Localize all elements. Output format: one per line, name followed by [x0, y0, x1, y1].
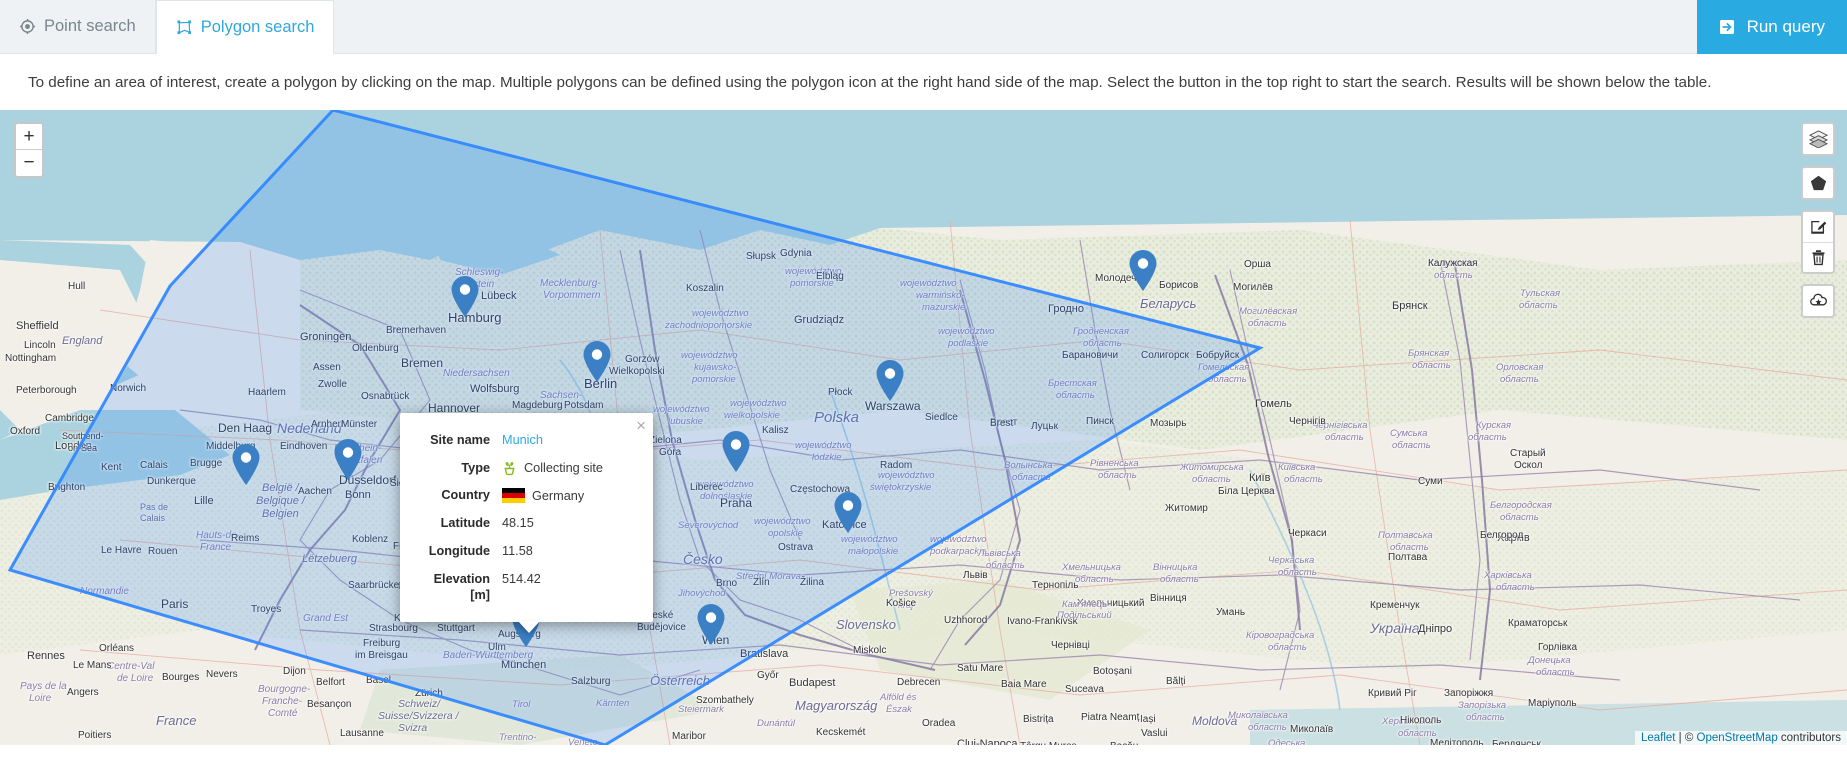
popup-value-wrap: Collecting site: [502, 461, 639, 476]
popup-value-wrap: 11.58: [502, 544, 639, 558]
popup-row: Country Germany: [410, 482, 639, 510]
popup-row: Elevation[m]514.42: [410, 566, 639, 610]
popup-row-key: Country: [410, 482, 502, 510]
leaflet-link[interactable]: Leaflet: [1641, 732, 1676, 744]
map-marker[interactable]: [877, 360, 904, 401]
pentagon-icon[interactable]: [1803, 168, 1833, 198]
zoom-out-button[interactable]: −: [16, 150, 42, 176]
map-marker[interactable]: [335, 439, 362, 480]
map-marker[interactable]: [1130, 250, 1157, 291]
edit-delete-group: [1801, 210, 1835, 274]
seedling-icon: [502, 461, 517, 476]
edit-square-icon[interactable]: [1803, 212, 1833, 242]
leaflet-map[interactable]: NederlandPolskaČeskoSlovenskoMagyarorszá…: [0, 110, 1847, 745]
sign-in-arrow-icon: [1719, 18, 1737, 36]
run-query-button[interactable]: Run query: [1697, 0, 1847, 54]
cloud-star-icon[interactable]: [1803, 286, 1833, 316]
popup-row: Site nameMunich: [410, 427, 639, 455]
popup-value-text: 11.58: [502, 544, 533, 558]
site-details-table: Site nameMunichType Collecting site Countr…: [410, 427, 639, 610]
popup-row-value: 514.42: [502, 566, 639, 610]
map-marker[interactable]: [584, 341, 611, 382]
site-popup[interactable]: × Site nameMunichType Collecting site Coun…: [400, 413, 653, 622]
map-marker[interactable]: [452, 276, 479, 317]
layers-icon[interactable]: [1803, 124, 1833, 154]
popup-tip: [518, 621, 540, 633]
popup-value-wrap: 514.42: [502, 572, 639, 586]
map-tool-controls: [1801, 122, 1835, 318]
map-marker[interactable]: [835, 492, 862, 533]
popup-row-value[interactable]: Munich: [502, 427, 639, 455]
polygon-search-page: Point search Polygon search Run query To …: [0, 0, 1847, 772]
tab-label: Point search: [44, 17, 136, 36]
popup-value-text: Germany: [532, 489, 584, 503]
popup-row: Latitude48.15: [410, 510, 639, 538]
attrib-copyright: ©: [1685, 732, 1697, 744]
popup-value-text: 48.15: [502, 516, 534, 530]
popup-value-text: Munich: [502, 433, 543, 447]
attrib-separator: |: [1675, 732, 1684, 744]
popup-row-key: Latitude: [410, 510, 502, 538]
popup-row-value: Collecting site: [502, 455, 639, 483]
popup-value-wrap: Germany: [502, 488, 639, 503]
popup-value-text: Collecting site: [524, 461, 603, 475]
map-attribution: Leaflet | © OpenStreetMap contributors: [1635, 731, 1847, 745]
osm-link[interactable]: OpenStreetMap: [1697, 732, 1778, 744]
zoom-control[interactable]: + −: [14, 122, 44, 178]
popup-row: Longitude11.58: [410, 538, 639, 566]
map-marker[interactable]: [233, 444, 260, 485]
draw-polygon-group: [1801, 166, 1835, 200]
attrib-suffix: contributors: [1778, 732, 1841, 744]
popup-value-wrap: 48.15: [502, 516, 639, 530]
trash-icon[interactable]: [1803, 242, 1833, 272]
tab-polygon-search[interactable]: Polygon search: [156, 0, 335, 54]
crosshair-icon: [19, 18, 36, 35]
map-marker[interactable]: [698, 604, 725, 645]
tab-point-search[interactable]: Point search: [0, 0, 156, 53]
close-icon[interactable]: ×: [636, 417, 646, 434]
popup-row-key: Longitude: [410, 538, 502, 566]
tab-list: Point search Polygon search: [0, 0, 334, 53]
polygon-icon: [176, 19, 193, 36]
popup-row-value: 11.58: [502, 538, 639, 566]
tab-label: Polygon search: [201, 18, 315, 37]
popup-row-value: 48.15: [502, 510, 639, 538]
map-basemap: [0, 110, 1847, 745]
flag-de-icon: [502, 488, 525, 503]
layers-control-group: [1801, 122, 1835, 156]
popup-row-value: Germany: [502, 482, 639, 510]
popup-value-text: 514.42: [502, 572, 541, 586]
popup-row-key: Type: [410, 455, 502, 483]
popup-row: Type Collecting site: [410, 455, 639, 483]
popup-row-key: Site name: [410, 427, 502, 455]
popup-row-key: Elevation[m]: [410, 566, 502, 610]
popup-value-wrap: Munich: [502, 433, 639, 447]
instructions-text: To define an area of interest, create a …: [0, 54, 1830, 110]
cluster-group: [1801, 284, 1835, 318]
run-query-label: Run query: [1747, 17, 1825, 37]
map-marker[interactable]: [723, 431, 750, 472]
zoom-in-button[interactable]: +: [16, 124, 42, 150]
tab-bar: Point search Polygon search Run query: [0, 0, 1847, 54]
